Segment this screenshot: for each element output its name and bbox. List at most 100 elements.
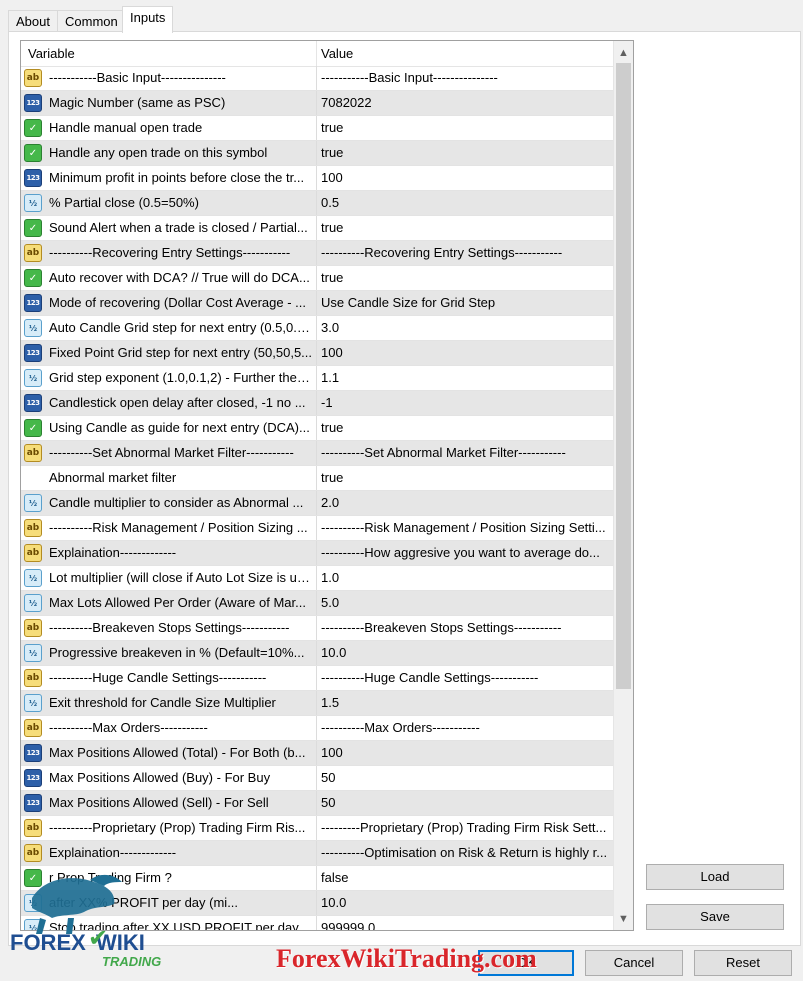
value-cell[interactable]: true (317, 141, 613, 165)
value-cell[interactable]: ----------Recovering Entry Settings-----… (317, 241, 613, 265)
variable-cell[interactable]: 123 Fixed Point Grid step for next entry … (21, 341, 317, 365)
variable-cell[interactable]: 123 Magic Number (same as PSC) (21, 91, 317, 115)
value-cell[interactable]: true (317, 416, 613, 440)
variable-cell[interactable]: ✓ Handle manual open trade (21, 116, 317, 140)
variable-cell[interactable]: ab ----------Max Orders----------- (21, 716, 317, 740)
value-cell[interactable]: 100 (317, 341, 613, 365)
value-cell[interactable]: 50 (317, 766, 613, 790)
tab-about[interactable]: About (8, 10, 58, 32)
value-cell[interactable]: ----------Set Abnormal Market Filter----… (317, 441, 613, 465)
value-cell[interactable]: 100 (317, 741, 613, 765)
table-row[interactable]: ab ----------Max Orders----------- -------… (21, 716, 613, 741)
variable-cell[interactable]: ½ Lot multiplier (will close if Auto Lot … (21, 566, 317, 590)
value-cell[interactable]: -1 (317, 391, 613, 415)
scrollbar-thumb[interactable] (616, 63, 631, 689)
table-row[interactable]: ab -----------Basic Input--------------- -… (21, 66, 613, 91)
table-row[interactable]: ½ Progressive breakeven in % (Default=10%… (21, 641, 613, 666)
scroll-up-icon[interactable]: ▲ (614, 43, 633, 62)
variable-cell[interactable]: ✓ Using Candle as guide for next entry (D… (21, 416, 317, 440)
table-row[interactable]: ½ Max Lots Allowed Per Order (Aware of Ma… (21, 591, 613, 616)
table-row[interactable]: ab Explaination------------- ----------Opt… (21, 841, 613, 866)
table-row[interactable]: ½ Lot multiplier (will close if Auto Lot … (21, 566, 613, 591)
table-row[interactable]: ½ % Partial close (0.5=50%) 0.5 (21, 191, 613, 216)
value-cell[interactable]: ----------How aggresive you want to aver… (317, 541, 613, 565)
value-cell[interactable]: ----------Risk Management / Position Siz… (317, 516, 613, 540)
value-cell[interactable]: 5.0 (317, 591, 613, 615)
variable-cell[interactable]: Abnormal market filter (21, 466, 317, 490)
value-cell[interactable]: true (317, 116, 613, 140)
variable-cell[interactable]: ½ Progressive breakeven in % (Default=10%… (21, 641, 317, 665)
variable-cell[interactable]: ab ----------Proprietary (Prop) Trading F… (21, 816, 317, 840)
table-row[interactable]: ab ----------Proprietary (Prop) Trading F… (21, 816, 613, 841)
variable-cell[interactable]: ab ----------Breakeven Stops Settings----… (21, 616, 317, 640)
variable-cell[interactable]: ½ Exit threshold for Candle Size Multipli… (21, 691, 317, 715)
value-cell[interactable]: 2.0 (317, 491, 613, 515)
column-header-value[interactable]: Value (317, 41, 617, 66)
save-button[interactable]: Save (646, 904, 784, 930)
variable-cell[interactable]: ab ----------Risk Management / Position S… (21, 516, 317, 540)
value-cell[interactable]: Use Candle Size for Grid Step (317, 291, 613, 315)
table-row[interactable]: ✓ Handle manual open trade true (21, 116, 613, 141)
table-row[interactable]: ✓ Handle any open trade on this symbol tru… (21, 141, 613, 166)
value-cell[interactable]: true (317, 266, 613, 290)
value-cell[interactable]: 999999.0 (317, 916, 613, 930)
value-cell[interactable]: 1.0 (317, 566, 613, 590)
value-cell[interactable]: 1.1 (317, 366, 613, 390)
table-row[interactable]: ab ----------Set Abnormal Market Filter--… (21, 441, 613, 466)
table-row[interactable]: ab ----------Recovering Entry Settings---… (21, 241, 613, 266)
variable-cell[interactable]: ½ Candle multiplier to consider as Abnorm… (21, 491, 317, 515)
variable-cell[interactable]: ab Explaination------------- (21, 541, 317, 565)
variable-cell[interactable]: 123 Minimum profit in points before close… (21, 166, 317, 190)
value-cell[interactable]: ----------Huge Candle Settings----------… (317, 666, 613, 690)
variable-cell[interactable]: ✓ Sound Alert when a trade is closed / Pa… (21, 216, 317, 240)
table-row[interactable]: 123 Minimum profit in points before close… (21, 166, 613, 191)
value-cell[interactable]: ---------Proprietary (Prop) Trading Firm… (317, 816, 613, 840)
table-row[interactable]: 123 Magic Number (same as PSC) 7082022 (21, 91, 613, 116)
value-cell[interactable]: true (317, 466, 613, 490)
value-cell[interactable]: 3.0 (317, 316, 613, 340)
variable-cell[interactable]: ab ----------Huge Candle Settings--------… (21, 666, 317, 690)
tab-common[interactable]: Common (57, 10, 126, 32)
table-row[interactable]: 123 Max Positions Allowed (Sell) - For Se… (21, 791, 613, 816)
table-row[interactable]: ✓ Sound Alert when a trade is closed / Pa… (21, 216, 613, 241)
table-row[interactable]: 123 Max Positions Allowed (Buy) - For Buy… (21, 766, 613, 791)
table-row[interactable]: 123 Fixed Point Grid step for next entry … (21, 341, 613, 366)
variable-cell[interactable]: 123 Max Positions Allowed (Buy) - For Buy (21, 766, 317, 790)
value-cell[interactable]: ----------Max Orders----------- (317, 716, 613, 740)
table-row[interactable]: ½ Exit threshold for Candle Size Multipli… (21, 691, 613, 716)
value-cell[interactable]: 10.0 (317, 641, 613, 665)
variable-cell[interactable]: ½ Auto Candle Grid step for next entry (0… (21, 316, 317, 340)
value-cell[interactable]: false (317, 866, 613, 890)
column-header-variable[interactable]: Variable (21, 41, 317, 66)
value-cell[interactable]: 10.0 (317, 891, 613, 915)
variable-cell[interactable]: ab -----------Basic Input--------------- (21, 66, 317, 90)
table-row[interactable]: ½ Auto Candle Grid step for next entry (0… (21, 316, 613, 341)
value-cell[interactable]: 1.5 (317, 691, 613, 715)
value-cell[interactable]: ----------Optimisation on Risk & Return … (317, 841, 613, 865)
table-row[interactable]: 123 Mode of recovering (Dollar Cost Avera… (21, 291, 613, 316)
variable-cell[interactable]: 123 Mode of recovering (Dollar Cost Avera… (21, 291, 317, 315)
reset-button[interactable]: Reset (694, 950, 792, 976)
table-row[interactable]: ✓ Using Candle as guide for next entry (D… (21, 416, 613, 441)
variable-cell[interactable]: ✓ Handle any open trade on this symbol (21, 141, 317, 165)
table-row[interactable]: 123 Max Positions Allowed (Total) - For B… (21, 741, 613, 766)
value-cell[interactable]: 0.5 (317, 191, 613, 215)
table-row[interactable]: ab Explaination------------- ----------How… (21, 541, 613, 566)
scroll-down-icon[interactable]: ▼ (614, 909, 633, 928)
value-cell[interactable]: -----------Basic Input--------------- (317, 66, 613, 90)
vertical-scrollbar[interactable]: ▲ ▼ (613, 41, 633, 930)
value-cell[interactable]: true (317, 216, 613, 240)
value-cell[interactable]: 100 (317, 166, 613, 190)
variable-cell[interactable]: ab Explaination------------- (21, 841, 317, 865)
value-cell[interactable]: 7082022 (317, 91, 613, 115)
variable-cell[interactable]: ab ----------Set Abnormal Market Filter--… (21, 441, 317, 465)
variable-cell[interactable]: ½ % Partial close (0.5=50%) (21, 191, 317, 215)
variable-cell[interactable]: 123 Max Positions Allowed (Sell) - For Se… (21, 791, 317, 815)
table-row[interactable]: ✓ Auto recover with DCA? // True will do … (21, 266, 613, 291)
table-row[interactable]: ab ----------Breakeven Stops Settings----… (21, 616, 613, 641)
table-row[interactable]: ab ----------Risk Management / Position S… (21, 516, 613, 541)
variable-cell[interactable]: ½ Grid step exponent (1.0,0.1,2) - Furthe… (21, 366, 317, 390)
table-row[interactable]: Abnormal market filter true (21, 466, 613, 491)
variable-cell[interactable]: ab ----------Recovering Entry Settings---… (21, 241, 317, 265)
variable-cell[interactable]: ✓ Auto recover with DCA? // True will do … (21, 266, 317, 290)
